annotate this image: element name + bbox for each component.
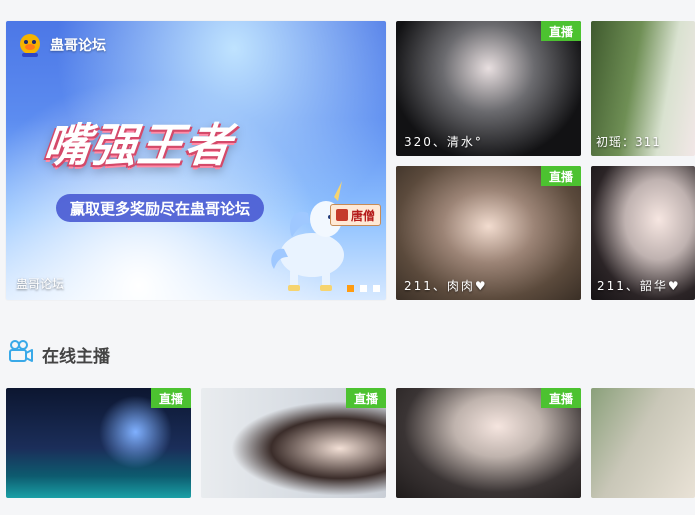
streamer-name: 211、肉肉♥ <box>404 279 488 293</box>
streamer-photo <box>591 388 695 498</box>
streamer-card[interactable]: 直播 320、清水° <box>396 21 581 156</box>
live-badge: 直播 <box>541 388 581 408</box>
video-camera-icon <box>8 340 34 368</box>
tang-seng-tag: 唐僧 <box>330 204 382 226</box>
section-title: 在线主播 <box>42 346 110 367</box>
online-streamers-header: 在线主播 <box>8 340 110 368</box>
live-badge: 直播 <box>151 388 191 408</box>
live-badge: 直播 <box>346 388 386 408</box>
banner-subtitle: 赢取更多奖励尽在蛊哥论坛 <box>56 194 265 222</box>
streamer-card[interactable]: 直播 初瑶：311 <box>591 21 695 156</box>
live-badge: 直播 <box>541 166 581 186</box>
online-streamer-card[interactable]: 直播 <box>201 388 386 498</box>
banner-caption: 蛊哥论坛 <box>16 277 65 291</box>
banner-logo-text: 蛊哥论坛 <box>50 38 106 54</box>
banner-title: 嘴强王者 <box>40 118 235 172</box>
banner-tag-label: 唐僧 <box>351 208 376 223</box>
online-streamer-card[interactable]: 直播 <box>396 388 581 498</box>
streamer-name: 320、清水° <box>404 135 483 149</box>
streamer-name: 211、韶华♥ <box>597 279 681 293</box>
online-streamer-card[interactable]: 直播 <box>6 388 191 498</box>
online-streamer-card[interactable] <box>591 388 695 498</box>
promo-banner[interactable]: 蛊哥论坛 嘴强王者 赢取更多奖励尽在蛊哥论坛 唐僧 蛊哥论坛 <box>6 21 386 300</box>
carousel-dot-3[interactable] <box>373 285 380 292</box>
temple-icon <box>336 209 348 221</box>
carousel-dot-2[interactable] <box>360 285 367 292</box>
banner-logo: 蛊哥论坛 <box>16 31 106 59</box>
duck-mascot-icon <box>16 31 44 59</box>
streamer-card[interactable]: 直播 211、肉肉♥ <box>396 166 581 300</box>
streamer-card[interactable]: 211、韶华♥ <box>591 166 695 300</box>
unicorn-illustration <box>271 181 344 291</box>
live-badge: 直播 <box>541 21 581 41</box>
streamer-name: 初瑶：311 <box>596 135 661 149</box>
carousel-indicators <box>347 285 380 292</box>
carousel-dot-1[interactable] <box>347 285 354 292</box>
